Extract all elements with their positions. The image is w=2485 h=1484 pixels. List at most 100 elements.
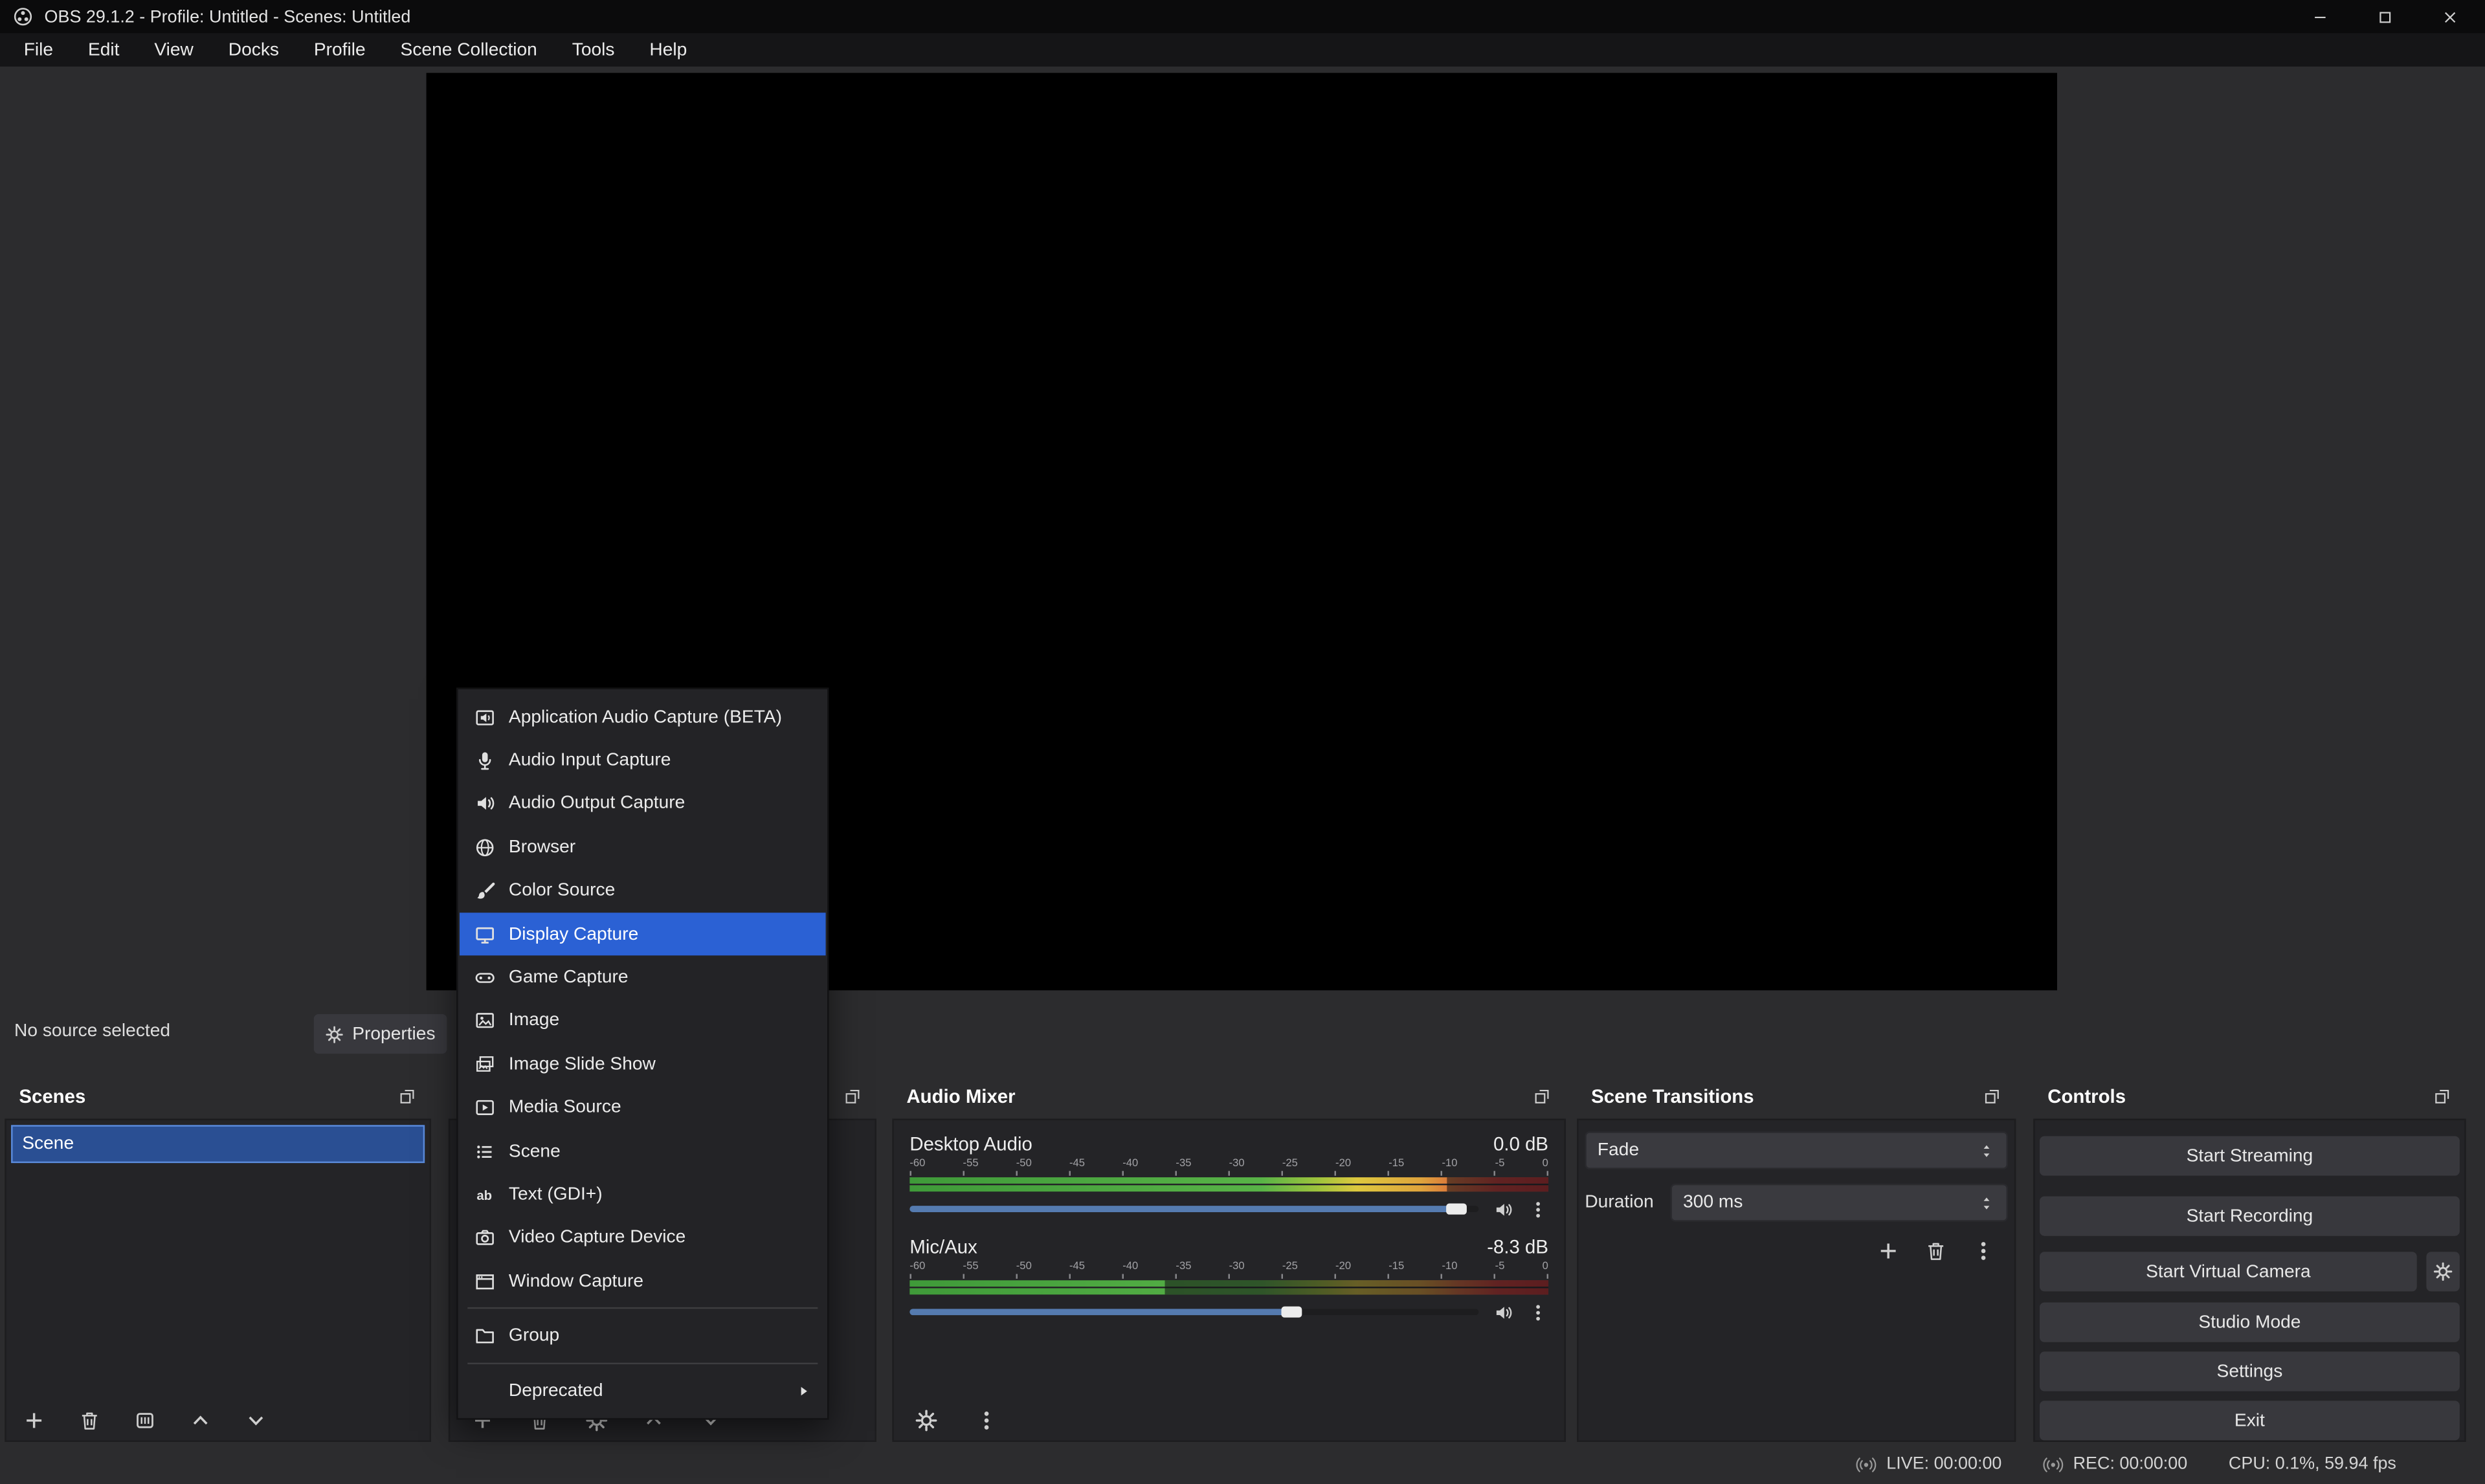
db-ticks bbox=[909, 1274, 1548, 1278]
volume-slider-handle[interactable] bbox=[1445, 1204, 1466, 1215]
settings-button[interactable]: Settings bbox=[2040, 1351, 2460, 1391]
db-label: -55 bbox=[963, 1157, 979, 1171]
kebab-menu-icon[interactable] bbox=[975, 1409, 999, 1433]
menu-item-media-source[interactable]: Media Source bbox=[458, 1086, 827, 1129]
start-streaming-button[interactable]: Start Streaming bbox=[2040, 1136, 2460, 1175]
start-virtual-camera-button[interactable]: Start Virtual Camera bbox=[2040, 1252, 2417, 1291]
volume-meter bbox=[909, 1280, 1548, 1294]
mixer-channel-mic-aux: Mic/Aux -8.3 dB -60-55-50-45-40-35-30-25… bbox=[909, 1233, 1548, 1322]
duration-spinbox[interactable]: 300 ms bbox=[1671, 1184, 2008, 1222]
db-label: -5 bbox=[1495, 1157, 1505, 1171]
menu-profile[interactable]: Profile bbox=[296, 33, 383, 66]
db-ticks bbox=[909, 1171, 1548, 1175]
scenes-toolbar bbox=[22, 1409, 267, 1433]
controls-header: Controls bbox=[2033, 1074, 2466, 1119]
kebab-menu-icon[interactable] bbox=[1528, 1301, 1548, 1322]
menu-item-group[interactable]: Group bbox=[458, 1314, 827, 1358]
kebab-menu-icon[interactable] bbox=[1972, 1239, 1996, 1263]
studio-mode-button[interactable]: Studio Mode bbox=[2040, 1303, 2460, 1342]
popout-icon[interactable] bbox=[1533, 1087, 1552, 1106]
db-label: -55 bbox=[963, 1259, 979, 1274]
remove-icon[interactable] bbox=[78, 1409, 102, 1433]
volume-slider[interactable] bbox=[909, 1309, 1478, 1315]
menu-item-window-capture[interactable]: Window Capture bbox=[458, 1260, 827, 1303]
menu-item-deprecated[interactable]: Deprecated bbox=[458, 1369, 827, 1412]
transition-selected-value: Fade bbox=[1598, 1141, 1639, 1160]
popout-icon[interactable] bbox=[2433, 1087, 2451, 1106]
move-down-icon[interactable] bbox=[244, 1409, 268, 1433]
volume-slider[interactable] bbox=[909, 1206, 1478, 1212]
maximize-icon[interactable] bbox=[2376, 7, 2394, 26]
controls-title: Controls bbox=[2047, 1085, 2126, 1107]
advanced-audio-gear-icon[interactable] bbox=[915, 1409, 939, 1433]
menu-item-application-audio-capture[interactable]: Application Audio Capture (BETA) bbox=[458, 696, 827, 739]
menu-item-video-capture-device[interactable]: Video Capture Device bbox=[458, 1217, 827, 1260]
menu-item-audio-output-capture[interactable]: Audio Output Capture bbox=[458, 782, 827, 826]
menu-tools[interactable]: Tools bbox=[555, 33, 632, 66]
popout-icon[interactable] bbox=[1983, 1087, 2001, 1106]
scenes-header: Scenes bbox=[5, 1074, 431, 1119]
menu-docks[interactable]: Docks bbox=[211, 33, 296, 66]
controls-body: Start Streaming Start Recording Start Vi… bbox=[2033, 1119, 2466, 1442]
menu-item-color-source[interactable]: Color Source bbox=[458, 869, 827, 913]
spinner-arrows-icon bbox=[1978, 1142, 1996, 1159]
virtual-camera-settings-button[interactable] bbox=[2426, 1252, 2459, 1291]
window-icon bbox=[474, 1270, 496, 1292]
titlebar: OBS 29.1.2 - Profile: Untitled - Scenes:… bbox=[0, 0, 2485, 33]
popout-icon[interactable] bbox=[398, 1087, 417, 1106]
transition-buttons bbox=[1585, 1239, 2008, 1263]
paint-brush-icon bbox=[474, 880, 496, 902]
db-label: -35 bbox=[1176, 1157, 1191, 1171]
menu-file[interactable]: File bbox=[6, 33, 71, 66]
menu-scene-collection[interactable]: Scene Collection bbox=[383, 33, 555, 66]
add-transition-icon[interactable] bbox=[1877, 1239, 1900, 1263]
add-icon[interactable] bbox=[22, 1409, 46, 1433]
channel-name: Mic/Aux bbox=[909, 1235, 977, 1257]
microphone-icon bbox=[474, 749, 496, 771]
menu-item-browser[interactable]: Browser bbox=[458, 826, 827, 869]
obs-logo-icon bbox=[13, 6, 34, 27]
minimize-icon[interactable] bbox=[2311, 7, 2330, 26]
scene-list-item[interactable]: Scene bbox=[11, 1125, 425, 1163]
menu-item-image-slide-show[interactable]: Image Slide Show bbox=[458, 1043, 827, 1086]
speaker-icon[interactable] bbox=[1493, 1301, 1513, 1322]
db-label: 0 bbox=[1543, 1259, 1548, 1274]
cpu-status: CPU: 0.1%, 59.94 fps bbox=[2229, 1455, 2396, 1474]
remove-transition-icon[interactable] bbox=[1924, 1239, 1948, 1263]
live-status: LIVE: 00:00:00 bbox=[1856, 1454, 2002, 1475]
filters-icon[interactable] bbox=[133, 1409, 157, 1433]
speaker-icon[interactable] bbox=[1493, 1199, 1513, 1219]
kebab-menu-icon[interactable] bbox=[1528, 1199, 1548, 1219]
mixer-channel-desktop-audio: Desktop Audio 0.0 dB -60-55-50-45-40-35-… bbox=[909, 1130, 1548, 1219]
broadcast-icon bbox=[1856, 1454, 1877, 1475]
db-label: -25 bbox=[1282, 1157, 1298, 1171]
broadcast-icon bbox=[2043, 1454, 2064, 1475]
menu-view[interactable]: View bbox=[137, 33, 210, 66]
menu-item-audio-input-capture[interactable]: Audio Input Capture bbox=[458, 739, 827, 782]
menu-item-scene[interactable]: Scene bbox=[458, 1129, 827, 1173]
start-recording-button[interactable]: Start Recording bbox=[2040, 1196, 2460, 1235]
menu-help[interactable]: Help bbox=[632, 33, 704, 66]
volume-slider-handle[interactable] bbox=[1280, 1307, 1301, 1318]
scenes-list: Scene bbox=[5, 1119, 431, 1442]
channel-level-db: 0.0 dB bbox=[1493, 1132, 1548, 1154]
db-label: -30 bbox=[1229, 1157, 1245, 1171]
popout-icon[interactable] bbox=[843, 1087, 862, 1106]
transition-select[interactable]: Fade bbox=[1585, 1131, 2008, 1169]
slideshow-icon bbox=[474, 1054, 496, 1076]
no-source-status: No source selected bbox=[14, 1022, 170, 1041]
menu-edit[interactable]: Edit bbox=[71, 33, 137, 66]
gamepad-icon bbox=[474, 967, 496, 989]
menu-item-text-gdi[interactable]: Text (GDI+) bbox=[458, 1173, 827, 1216]
move-up-icon[interactable] bbox=[188, 1409, 212, 1433]
db-label: -60 bbox=[909, 1157, 925, 1171]
menu-item-game-capture[interactable]: Game Capture bbox=[458, 956, 827, 999]
camera-icon bbox=[474, 1227, 496, 1249]
submenu-arrow-icon bbox=[794, 1381, 813, 1400]
menu-item-image[interactable]: Image bbox=[458, 999, 827, 1043]
exit-button[interactable]: Exit bbox=[2040, 1401, 2460, 1440]
spinner-arrows-icon bbox=[1978, 1194, 1996, 1212]
close-icon[interactable] bbox=[2440, 7, 2459, 26]
menu-item-display-capture[interactable]: Display Capture bbox=[460, 913, 826, 956]
properties-button[interactable]: Properties bbox=[314, 1014, 447, 1054]
